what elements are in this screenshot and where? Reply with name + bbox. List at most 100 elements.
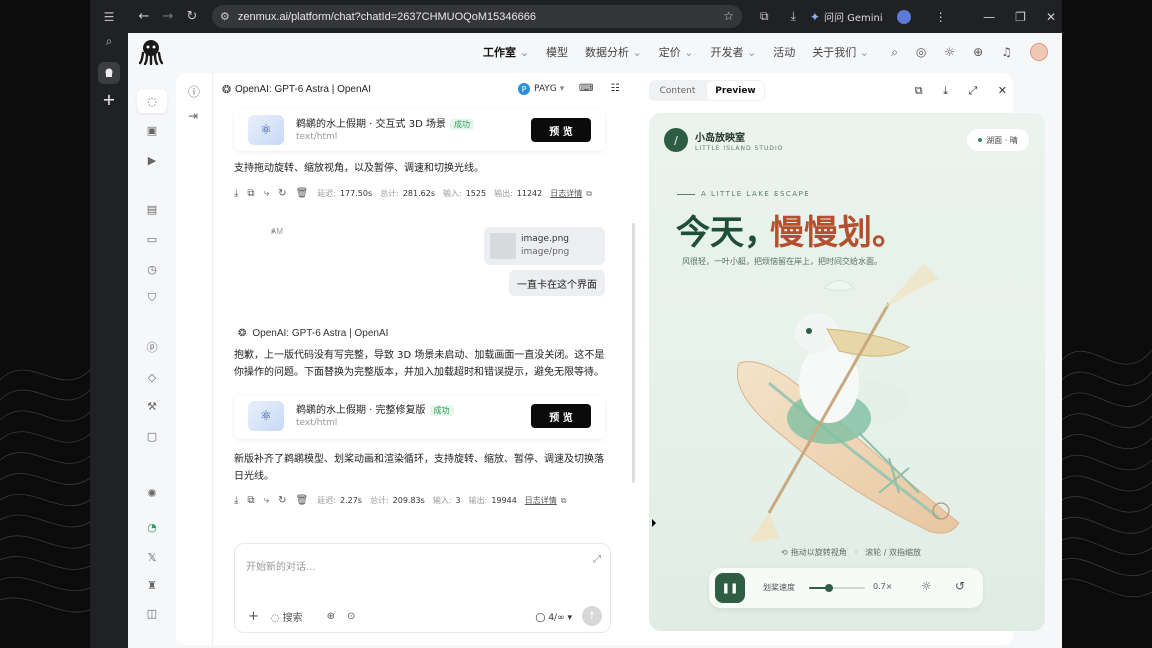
delete-icon[interactable]: 🗑 bbox=[296, 495, 309, 506]
send-button[interactable]: ↑ bbox=[582, 606, 602, 626]
nav-item[interactable]: 开发者 ⌄ bbox=[710, 44, 756, 60]
gemini-button[interactable]: 问问 Gemini bbox=[824, 9, 883, 24]
message-counter[interactable]: ◯ 4/∞ ▾ bbox=[535, 613, 572, 623]
sidebar-gem-icon[interactable]: ◇ bbox=[137, 365, 167, 389]
image-attachment[interactable]: image.png image/png bbox=[484, 227, 605, 265]
github-icon[interactable]: ◎ bbox=[916, 45, 926, 59]
profile-avatar[interactable] bbox=[896, 9, 911, 24]
tab-preview[interactable]: Preview bbox=[707, 81, 764, 100]
sidebar-chat-icon[interactable]: ◌ bbox=[137, 89, 167, 113]
copy-icon[interactable]: ⧉ bbox=[586, 189, 592, 199]
nav-item[interactable]: 模型 bbox=[546, 44, 568, 60]
bookmark-star-icon[interactable]: ☆ bbox=[723, 9, 734, 23]
close-icon[interactable]: ✕ bbox=[998, 84, 1007, 97]
pause-button[interactable]: ❚❚ bbox=[715, 573, 745, 603]
regenerate-icon[interactable]: ↻ bbox=[278, 188, 286, 199]
copy-icon[interactable]: ⧉ bbox=[561, 496, 567, 506]
sidebar-discord-icon[interactable]: ◫ bbox=[137, 601, 167, 625]
billing-selector[interactable]: P PAYG ▾ bbox=[518, 83, 564, 95]
language-icon[interactable]: ⊕ bbox=[973, 45, 983, 59]
header-tools: ⌕ ◎ ☼ ⊕ ♫ bbox=[873, 33, 1048, 71]
extensions-icon[interactable]: ⧉ bbox=[760, 9, 769, 24]
settings-sliders-icon[interactable]: ☷ bbox=[611, 83, 620, 94]
notification-bell-icon[interactable]: ♫ bbox=[1001, 45, 1012, 59]
reload-icon[interactable]: ↻ bbox=[180, 9, 204, 24]
user-avatar[interactable] bbox=[1030, 43, 1048, 61]
sidebar-image-icon[interactable]: ▣ bbox=[137, 118, 167, 142]
nav-item[interactable]: 定价 ⌄ bbox=[659, 44, 694, 60]
browser-menu-icon[interactable]: ⋮ bbox=[935, 10, 947, 24]
sidebar-p-icon[interactable]: ⓟ bbox=[137, 335, 167, 359]
assistant-message: 支持拖动旋转、缩放视角，以及暂停、调速和切换光线。 bbox=[234, 163, 484, 174]
share-icon[interactable]: ⤷ bbox=[264, 188, 270, 199]
sidebar-trophy-icon[interactable]: ♜ bbox=[137, 573, 167, 597]
copy-icon[interactable]: ⧉ bbox=[247, 188, 254, 199]
sidebar-history-icon[interactable]: ◷ bbox=[137, 257, 167, 281]
zenmux-logo-icon[interactable] bbox=[139, 39, 163, 65]
add-attachment-icon[interactable]: + bbox=[248, 609, 259, 624]
theme-toggle-icon[interactable]: ☼ bbox=[944, 45, 955, 59]
tab-content[interactable]: Content bbox=[649, 80, 706, 101]
tab-search-icon[interactable]: ⌕ bbox=[98, 30, 120, 52]
artifact-card[interactable]: ⚛ 鹈鹕的水上假期 · 交互式 3D 场景 成功 text/html 预 览 bbox=[234, 109, 605, 151]
sun-icon[interactable]: ☼ bbox=[921, 579, 932, 593]
share-icon[interactable]: ⤷ bbox=[264, 495, 270, 506]
site-info-icon[interactable]: ⚙ bbox=[220, 10, 230, 23]
close-window-icon[interactable]: ✕ bbox=[1046, 10, 1056, 24]
download-icon[interactable]: ⤓ bbox=[234, 188, 238, 199]
restore-icon[interactable]: ❐ bbox=[1015, 10, 1026, 24]
speed-slider[interactable] bbox=[809, 584, 865, 592]
artifact-card[interactable]: ⚛ 鹈鹕的水上假期 · 完整修复版 成功 text/html 预 览 bbox=[234, 395, 605, 439]
download-icon[interactable]: ⤓ bbox=[943, 84, 948, 97]
sidebar-document-icon[interactable]: ▤ bbox=[137, 197, 167, 221]
nav-item[interactable]: 活动 bbox=[773, 44, 795, 60]
search-icon[interactable]: ⌕ bbox=[891, 45, 898, 60]
tab-zenmux[interactable] bbox=[98, 62, 120, 84]
chat-input[interactable]: 开始新的对话... ⤢ + ◌ 搜索 ⊕ ⊙ ◯ 4/∞ ▾ ↑ bbox=[234, 543, 611, 633]
web-search-button[interactable]: ◌ 搜索 bbox=[271, 609, 315, 624]
fullscreen-icon[interactable]: ⤢ bbox=[968, 84, 977, 97]
log-details-link[interactable]: 日志详情 bbox=[525, 495, 557, 506]
nav-item[interactable]: 工作室 ⌄ bbox=[483, 44, 529, 60]
reset-icon[interactable]: ↺ bbox=[955, 579, 965, 593]
chat-scrollbar[interactable] bbox=[632, 223, 635, 483]
gemini-icon[interactable]: ✦ bbox=[810, 10, 820, 24]
sidebar-tools-icon[interactable]: ⚒ bbox=[137, 394, 167, 418]
collapse-panel-icon[interactable]: ⇥ bbox=[188, 109, 198, 123]
sidebar-video-icon[interactable]: ▶ bbox=[137, 148, 167, 172]
session-info-icon[interactable]: ⓘ bbox=[188, 83, 200, 100]
location-icon[interactable]: ⊙ bbox=[347, 611, 355, 622]
sidebar-note-icon[interactable]: ▢ bbox=[137, 424, 167, 448]
sidebar-x-icon[interactable]: 𝕏 bbox=[137, 545, 167, 569]
sidebar-status-icon[interactable]: ◔ bbox=[137, 515, 167, 539]
tab-strip-toggle-icon[interactable]: ☰ bbox=[98, 6, 120, 28]
delete-icon[interactable]: 🗑 bbox=[296, 188, 309, 199]
weather-pill[interactable]: 湖面 · 晴 bbox=[967, 129, 1029, 151]
code-view-icon[interactable]: ⌨ bbox=[579, 83, 593, 94]
address-bar[interactable]: ⚙ zenmux.ai/platform/chat?chatId=2637CHM… bbox=[212, 5, 742, 28]
copy-icon[interactable]: ⧉ bbox=[915, 84, 923, 97]
globe-icon[interactable]: ⊕ bbox=[327, 611, 335, 622]
sidebar-octopus-icon[interactable]: ✺ bbox=[137, 481, 167, 505]
stat-label: 输出: bbox=[494, 189, 513, 198]
log-details-link[interactable]: 日志详情 bbox=[550, 188, 582, 199]
new-tab-button[interactable]: + bbox=[98, 88, 120, 110]
preview-button[interactable]: 预 览 bbox=[531, 118, 591, 142]
download-icon[interactable]: ⤓ bbox=[791, 9, 796, 24]
regenerate-icon[interactable]: ↻ bbox=[278, 495, 286, 506]
preview-button[interactable]: 预 览 bbox=[531, 404, 591, 428]
minimize-icon[interactable]: — bbox=[983, 10, 995, 24]
forward-icon[interactable]: → bbox=[156, 9, 180, 24]
model-selector[interactable]: OpenAI: GPT-6 Astra | OpenAI AM ▾ bbox=[235, 84, 371, 236]
back-icon[interactable]: ← bbox=[132, 9, 156, 24]
pelican-kayak-scene[interactable] bbox=[709, 263, 1009, 553]
sidebar-shield-icon[interactable]: ⛉ bbox=[137, 286, 167, 310]
download-icon[interactable]: ⤓ bbox=[234, 495, 238, 506]
nav-item[interactable]: 关于我们 ⌄ bbox=[812, 44, 869, 60]
copy-icon[interactable]: ⧉ bbox=[247, 495, 254, 506]
rendered-preview[interactable]: ∕ 小岛放映室 LITTLE ISLAND STUDIO 湖面 · 晴 A LI… bbox=[649, 113, 1045, 631]
speed-slider-thumb[interactable] bbox=[824, 584, 833, 592]
nav-item[interactable]: 数据分析 ⌄ bbox=[585, 44, 642, 60]
expand-icon[interactable]: ⤢ bbox=[593, 554, 601, 565]
sidebar-card-icon[interactable]: ▭ bbox=[137, 227, 167, 251]
